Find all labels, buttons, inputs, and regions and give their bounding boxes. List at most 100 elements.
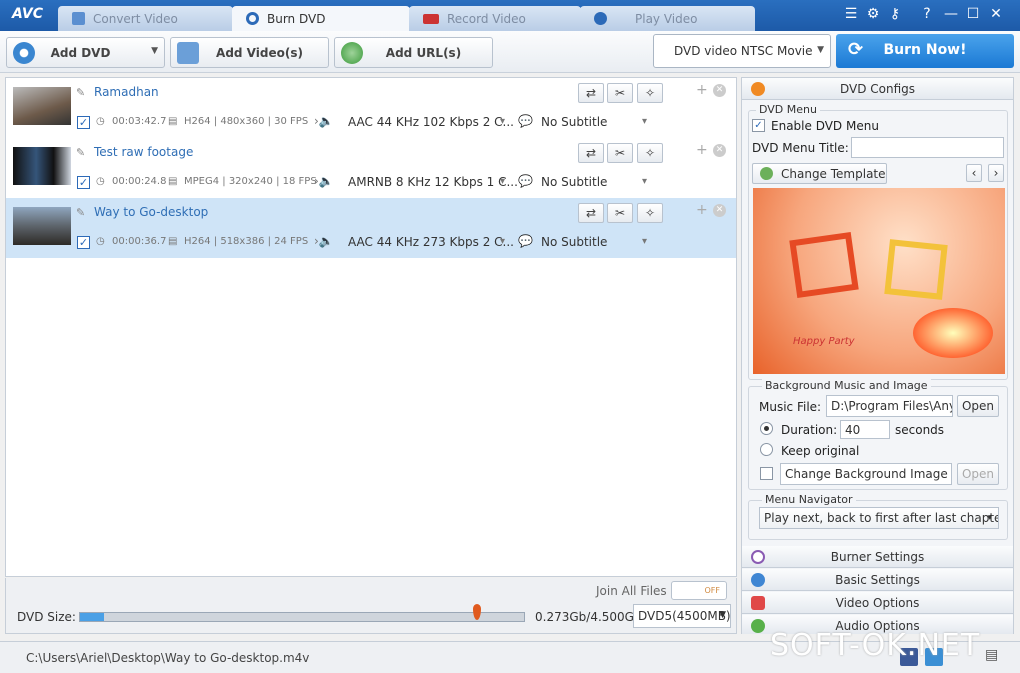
add-videos-button[interactable]: Add Video(s) bbox=[170, 37, 329, 68]
add-icon[interactable]: + bbox=[696, 82, 708, 98]
audio-track-select[interactable]: AAC 44 KHz 102 Kbps 2 C... bbox=[348, 115, 514, 129]
burn-now-button[interactable]: ⟳ Burn Now! bbox=[836, 34, 1014, 68]
minimize-icon[interactable]: — bbox=[942, 6, 960, 22]
burner-settings-header[interactable]: Burner Settings bbox=[742, 546, 1013, 568]
audio-track-select[interactable]: AMRNB 8 KHz 12 Kbps 1 C... bbox=[348, 175, 518, 189]
edit-icon[interactable]: ✎ bbox=[76, 86, 85, 99]
add-dvd-button[interactable]: Add DVD ▼ bbox=[6, 37, 165, 68]
dvd-size-label: DVD Size: bbox=[17, 610, 76, 624]
duration-input[interactable]: 40 bbox=[840, 420, 890, 439]
film-icon: ▤ bbox=[168, 176, 178, 187]
change-bg-checkbox[interactable] bbox=[760, 467, 773, 480]
open-music-button[interactable]: Open bbox=[957, 395, 999, 417]
change-template-button[interactable]: Change Template bbox=[752, 163, 887, 184]
effect-wand-icon[interactable]: ✧ bbox=[637, 83, 663, 103]
enable-menu-label: Enable DVD Menu bbox=[771, 119, 879, 133]
close-icon[interactable]: ✕ bbox=[987, 6, 1005, 22]
add-url-button[interactable]: Add URL(s) bbox=[334, 37, 493, 68]
menu-icon[interactable]: ☰ bbox=[842, 6, 860, 22]
video-thumbnail bbox=[13, 87, 71, 125]
add-icon[interactable]: + bbox=[696, 142, 708, 158]
cut-icon[interactable]: ✂ bbox=[607, 83, 633, 103]
file-checkbox[interactable]: ✓ bbox=[77, 116, 90, 129]
list-view-icon[interactable]: ▤ bbox=[985, 647, 998, 663]
play-video-icon bbox=[594, 12, 607, 25]
subtitle-icon: 💬 bbox=[518, 174, 533, 188]
convert-icon[interactable]: ⇄ bbox=[578, 143, 604, 163]
settings-panel: DVD Configs DVD Menu ✓ Enable DVD Menu D… bbox=[741, 77, 1014, 634]
tab-convert-video[interactable]: Convert Video bbox=[58, 6, 233, 31]
file-row[interactable]: ✎ Ramadhan ✓ ◷ 00:03:42.7 ▤ H264 | 480x3… bbox=[6, 78, 736, 138]
audio-icon: ›🔈 bbox=[314, 114, 334, 128]
next-template-button[interactable]: › bbox=[988, 164, 1004, 182]
add-icon[interactable]: + bbox=[696, 202, 708, 218]
audio-icon: ›🔈 bbox=[314, 234, 334, 248]
tab-play-video[interactable]: Play Video bbox=[580, 6, 755, 31]
file-list: ✎ Ramadhan ✓ ◷ 00:03:42.7 ▤ H264 | 480x3… bbox=[5, 77, 737, 577]
file-row-selected[interactable]: ✎ Way to Go-desktop ✓ ◷ 00:00:36.7 ▤ H26… bbox=[6, 198, 736, 258]
cut-icon[interactable]: ✂ bbox=[607, 143, 633, 163]
convert-icon[interactable]: ⇄ bbox=[578, 203, 604, 223]
menu-navigator-select[interactable]: Play next, back to first after last chap… bbox=[759, 507, 999, 529]
chevron-down-icon[interactable]: ▾ bbox=[642, 236, 647, 247]
edit-icon[interactable]: ✎ bbox=[76, 146, 85, 159]
menu-title-input[interactable] bbox=[851, 137, 1004, 158]
dvd-size-progress bbox=[79, 612, 525, 622]
keep-original-label: Keep original bbox=[781, 444, 860, 458]
clock-icon: ◷ bbox=[96, 116, 105, 127]
subtitle-select[interactable]: No Subtitle bbox=[541, 235, 607, 249]
help-icon[interactable]: ? bbox=[918, 6, 936, 22]
edit-icon[interactable]: ✎ bbox=[76, 206, 85, 219]
output-profile-select[interactable]: DVD video NTSC Movie ▼ bbox=[653, 34, 831, 68]
chevron-down-icon[interactable]: ▾ bbox=[500, 116, 505, 127]
file-checkbox[interactable]: ✓ bbox=[77, 176, 90, 189]
cut-icon[interactable]: ✂ bbox=[607, 203, 633, 223]
music-file-input[interactable]: D:\Program Files\Any V bbox=[826, 395, 953, 417]
file-name[interactable]: Ramadhan bbox=[94, 85, 159, 99]
disc-type-select[interactable]: DVD5(4500MB) ▼ bbox=[633, 604, 731, 628]
dvd-menu-label: DVD Menu bbox=[756, 103, 820, 116]
subtitle-select[interactable]: No Subtitle bbox=[541, 175, 607, 189]
dvd-size-bar: Join All Files OFF DVD Size: 0.273Gb/4.5… bbox=[5, 578, 737, 634]
tab-record-video[interactable]: Record Video bbox=[409, 6, 581, 31]
chevron-down-icon[interactable]: ▾ bbox=[500, 176, 505, 187]
join-all-toggle[interactable]: OFF bbox=[671, 581, 727, 600]
template-frame bbox=[789, 231, 859, 299]
burn-dvd-icon bbox=[246, 12, 259, 25]
effect-wand-icon[interactable]: ✧ bbox=[637, 203, 663, 223]
chevron-down-icon[interactable]: ▾ bbox=[642, 116, 647, 127]
remove-icon[interactable]: ✕ bbox=[713, 204, 726, 217]
subtitle-select[interactable]: No Subtitle bbox=[541, 115, 607, 129]
duration-radio[interactable] bbox=[760, 422, 773, 435]
size-text: 0.273Gb/4.500Gb bbox=[535, 610, 642, 624]
open-image-button[interactable]: Open bbox=[957, 463, 999, 485]
chevron-right-icon: › bbox=[993, 166, 999, 180]
audio-options-icon bbox=[751, 619, 765, 633]
change-bg-input[interactable]: Change Background Image bbox=[780, 463, 952, 485]
chevron-down-icon[interactable]: ▼ bbox=[151, 46, 158, 56]
key-icon[interactable]: ⚷ bbox=[886, 6, 904, 22]
chevron-down-icon[interactable]: ▾ bbox=[642, 176, 647, 187]
tab-burn-dvd[interactable]: Burn DVD bbox=[232, 6, 410, 31]
dvd-configs-header[interactable]: DVD Configs bbox=[742, 78, 1013, 100]
effect-wand-icon[interactable]: ✧ bbox=[637, 143, 663, 163]
gear-icon[interactable]: ⚙ bbox=[864, 6, 882, 22]
file-row[interactable]: ✎ Test raw footage ✓ ◷ 00:00:24.8 ▤ MPEG… bbox=[6, 138, 736, 198]
video-options-header[interactable]: Video Options bbox=[742, 592, 1013, 614]
file-checkbox[interactable]: ✓ bbox=[77, 236, 90, 249]
remove-icon[interactable]: ✕ bbox=[713, 84, 726, 97]
maximize-icon[interactable]: ☐ bbox=[964, 6, 982, 22]
enable-menu-checkbox[interactable]: ✓ bbox=[752, 119, 765, 132]
video-options-icon bbox=[751, 596, 765, 610]
file-name[interactable]: Way to Go-desktop bbox=[94, 205, 208, 219]
basic-settings-header[interactable]: Basic Settings bbox=[742, 569, 1013, 591]
remove-icon[interactable]: ✕ bbox=[713, 144, 726, 157]
audio-track-select[interactable]: AAC 44 KHz 273 Kbps 2 C... bbox=[348, 235, 514, 249]
file-name[interactable]: Test raw footage bbox=[94, 145, 193, 159]
chevron-down-icon[interactable]: ▾ bbox=[500, 236, 505, 247]
film-icon: ▤ bbox=[168, 116, 178, 127]
basic-settings-icon bbox=[751, 573, 765, 587]
keep-original-radio[interactable] bbox=[760, 443, 773, 456]
prev-template-button[interactable]: ‹ bbox=[966, 164, 982, 182]
convert-icon[interactable]: ⇄ bbox=[578, 83, 604, 103]
